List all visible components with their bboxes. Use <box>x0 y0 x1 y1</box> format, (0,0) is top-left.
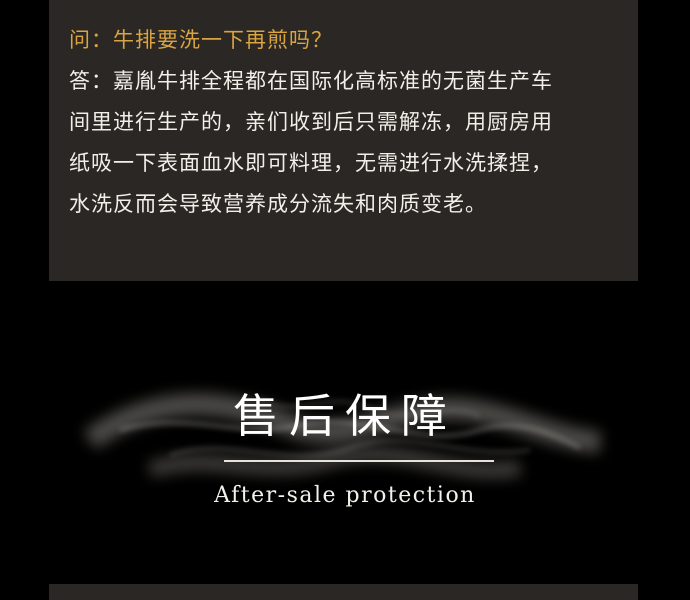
section-subtitle: After-sale protection <box>214 483 476 508</box>
faq-question: 问：牛排要洗一下再煎吗？ <box>69 28 333 52</box>
faq-answer: 答：嘉胤牛排全程都在国际化高标准的无菌生产车 间里进行生产的，亲们收到后只需解冻… <box>69 61 618 225</box>
after-sale-section-header: 售后保障 After-sale protection <box>0 330 690 550</box>
faq-card: 问：牛排要洗一下再煎吗？ 答：嘉胤牛排全程都在国际化高标准的无菌生产车 间里进行… <box>49 0 638 281</box>
faq-answer-line: 间里进行生产的，亲们收到后只需解冻，用厨房用 <box>69 110 553 134</box>
section-title: 售后保障 <box>233 389 457 443</box>
faq-answer-line: 纸吸一下表面血水即可料理，无需进行水洗揉捏， <box>69 151 553 175</box>
faq-answer-line: 水洗反而会导致营养成分流失和肉质变老。 <box>69 192 487 216</box>
title-divider <box>224 460 494 462</box>
faq-answer-line: 答：嘉胤牛排全程都在国际化高标准的无菌生产车 <box>69 69 553 93</box>
next-card <box>49 584 638 600</box>
